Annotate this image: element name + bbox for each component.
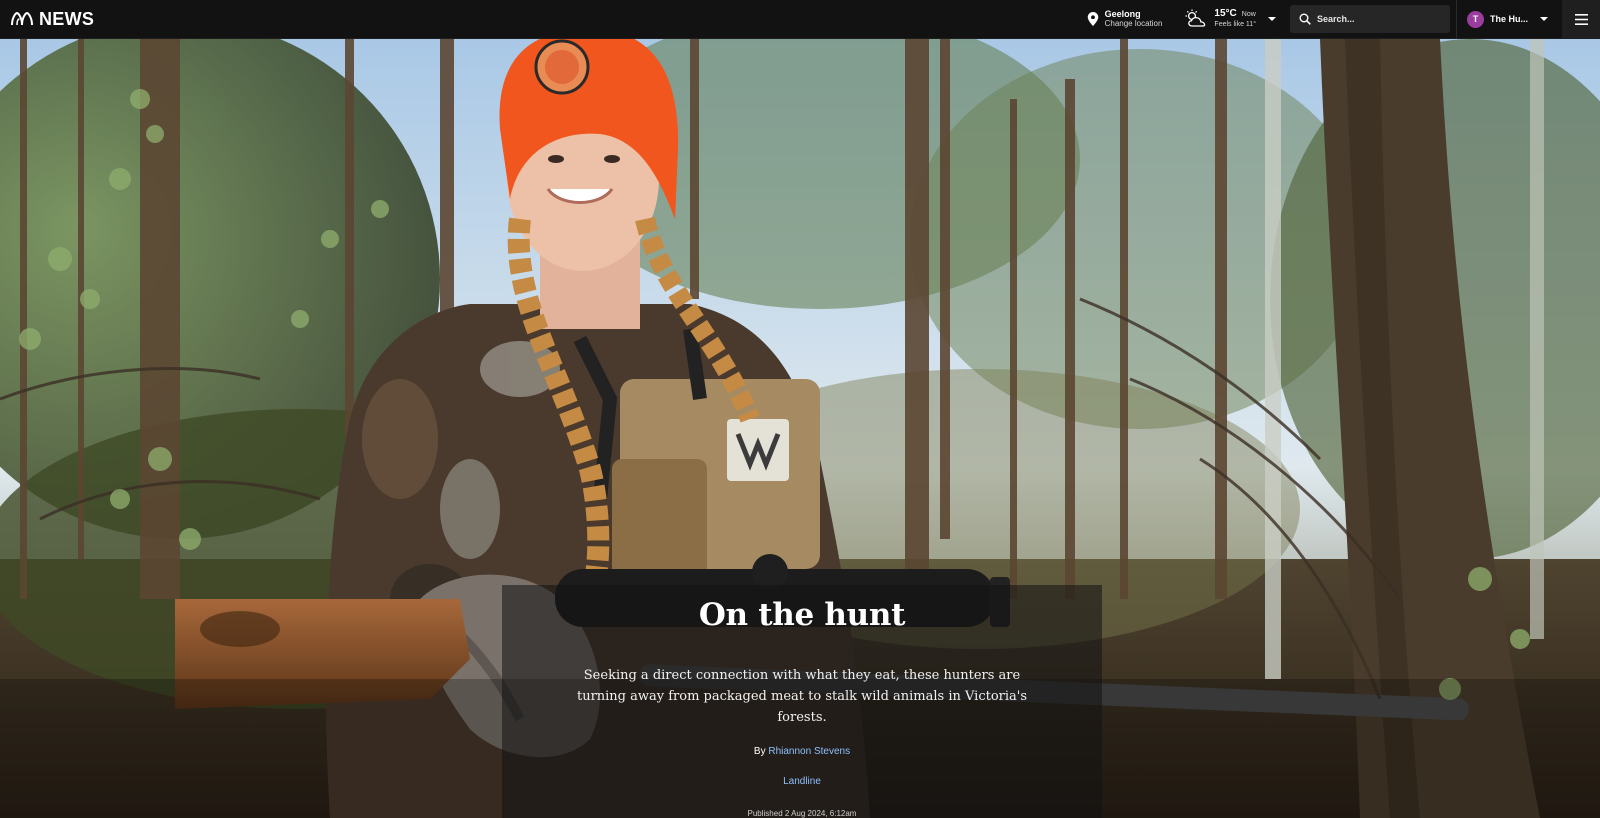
- weather-temp-row: 15°C Now: [1214, 7, 1256, 20]
- partly-cloudy-icon: [1185, 9, 1206, 27]
- hero-section: On the hunt Seeking a direct connection …: [0, 39, 1600, 818]
- weather-widget[interactable]: 15°C Now Feels like 11°: [1176, 0, 1290, 39]
- site-header: NEWS Geelong Change location 15°C Now Fe…: [0, 0, 1600, 39]
- logo-text: NEWS: [39, 8, 95, 29]
- profile-name: The Hu...: [1490, 14, 1528, 24]
- article-header-panel: On the hunt Seeking a direct connection …: [502, 585, 1102, 818]
- author-link[interactable]: Rhiannon Stevens: [768, 746, 850, 757]
- abc-logo-icon: [11, 12, 33, 26]
- published-date: Published 2 Aug 2024, 6:12am: [747, 809, 857, 818]
- byline-prefix: By: [753, 746, 766, 757]
- weather-feels-like: Feels like 11°: [1214, 20, 1256, 28]
- profile-menu[interactable]: T The Hu...: [1456, 0, 1562, 39]
- search-input[interactable]: [1317, 14, 1437, 24]
- weather-now-label: Now: [1241, 10, 1256, 18]
- profile-chevron-down-icon: [1540, 17, 1548, 21]
- article-standfirst: Seeking a direct connection with what th…: [576, 668, 1028, 725]
- abc-news-logo[interactable]: NEWS: [11, 0, 94, 39]
- change-location-link[interactable]: Change location: [1105, 19, 1163, 29]
- article-byline: By Rhiannon Stevens: [754, 746, 850, 757]
- location-pin-icon: [1087, 12, 1098, 26]
- weather-text: 15°C Now Feels like 11°: [1214, 7, 1256, 30]
- article-headline: On the hunt: [698, 597, 906, 633]
- weather-chevron-down-icon: [1268, 17, 1276, 21]
- search-icon: [1299, 13, 1311, 25]
- search-box[interactable]: [1290, 5, 1450, 33]
- location-selector[interactable]: Geelong Change location: [1087, 0, 1177, 39]
- location-text: Geelong Change location: [1105, 9, 1163, 29]
- hamburger-menu-icon: [1574, 13, 1588, 25]
- avatar: T: [1467, 10, 1484, 28]
- location-city: Geelong: [1104, 9, 1141, 19]
- program-link[interactable]: Landline: [783, 776, 821, 787]
- weather-temperature: 15°C: [1214, 7, 1237, 19]
- main-menu-button[interactable]: [1562, 0, 1600, 39]
